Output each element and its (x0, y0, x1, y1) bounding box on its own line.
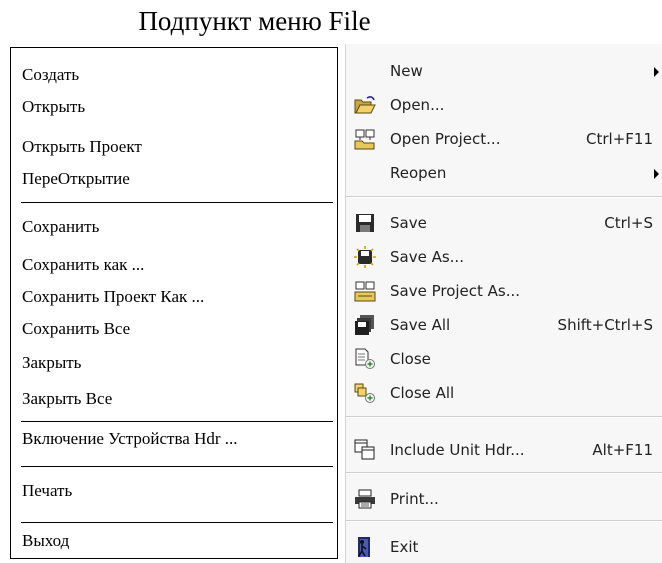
menu-item-close[interactable]: Close (346, 344, 662, 374)
file-menu-dropdown: New Open... Open Project... Ctrl+F11 Reo… (345, 44, 662, 563)
ru-item-save-project-as: Сохранить Проект Как ... (22, 287, 205, 306)
menu-item-exit[interactable]: Exit (346, 532, 662, 562)
menu-item-label: Open Project... (390, 130, 501, 148)
menu-item-new[interactable]: New (346, 56, 662, 86)
ru-item-reopen: ПереОткрытие (22, 169, 130, 188)
close-document-icon (354, 348, 376, 370)
ru-item-save-all: Сохранить Все (22, 319, 131, 338)
menu-item-label: Close (390, 350, 431, 368)
ru-separator (21, 202, 333, 203)
close-all-icon (354, 382, 376, 404)
menu-item-label: Close All (390, 384, 455, 402)
ru-item-create: Создать (22, 65, 80, 84)
exit-door-icon (354, 536, 376, 558)
menu-item-label: New (390, 62, 423, 80)
menu-item-label: Save As... (390, 248, 464, 266)
ru-separator (21, 522, 333, 523)
ru-item-save-as: Сохранить как ... (22, 255, 145, 274)
ru-item-exit: Выход (22, 531, 70, 550)
menu-item-save-as[interactable]: Save As... (346, 242, 662, 272)
ru-separator (21, 421, 333, 422)
open-folder-icon (354, 94, 376, 116)
menu-item-label: Save All (390, 316, 451, 334)
ru-item-save: Сохранить (22, 217, 100, 236)
printer-icon (354, 488, 376, 510)
menu-item-shortcut: Shift+Ctrl+S (557, 316, 653, 334)
ru-item-close: Закрыть (22, 353, 82, 372)
menu-item-save-project-as[interactable]: Save Project As... (346, 276, 662, 306)
ru-item-close-all: Закрыть Все (22, 389, 113, 408)
menu-item-save-all[interactable]: Save All Shift+Ctrl+S (346, 310, 662, 340)
menu-separator (346, 520, 662, 522)
menu-item-label: Print... (390, 490, 439, 508)
menu-item-print[interactable]: Print... (346, 484, 662, 514)
ru-item-open-project: Открыть Проект (22, 137, 142, 156)
save-all-icon (354, 314, 376, 336)
menu-item-shortcut: Ctrl+S (604, 214, 653, 232)
menu-separator (346, 416, 662, 418)
save-as-icon (354, 246, 376, 268)
open-project-icon (354, 128, 376, 150)
menu-item-include-unit-hdr[interactable]: Include Unit Hdr... Alt+F11 (346, 435, 662, 465)
menu-item-close-all[interactable]: Close All (346, 378, 662, 408)
menu-item-label: Include Unit Hdr... (390, 441, 525, 459)
russian-file-menu: Создать Открыть Открыть Проект ПереОткры… (10, 47, 338, 559)
include-unit-icon (354, 439, 376, 461)
menu-item-label: Save (390, 214, 427, 232)
menu-item-label: Exit (390, 538, 419, 556)
submenu-arrow-icon (654, 67, 659, 77)
save-project-as-icon (354, 280, 376, 302)
menu-item-open[interactable]: Open... (346, 90, 662, 120)
ru-item-include-unit: Включение Устройства Hdr ... (22, 429, 238, 448)
menu-item-label: Save Project As... (390, 282, 521, 300)
menu-item-open-project[interactable]: Open Project... Ctrl+F11 (346, 124, 662, 154)
ru-item-print: Печать (22, 481, 73, 500)
menu-item-label: Open... (390, 96, 445, 114)
menu-separator (346, 472, 662, 474)
menu-item-save[interactable]: Save Ctrl+S (346, 208, 662, 238)
submenu-arrow-icon (654, 169, 659, 179)
ru-separator (21, 466, 333, 467)
menu-item-shortcut: Alt+F11 (592, 441, 653, 459)
ru-item-open: Открыть (22, 97, 86, 116)
menu-item-shortcut: Ctrl+F11 (586, 130, 653, 148)
floppy-disk-icon (354, 212, 376, 234)
menu-separator (346, 196, 662, 198)
menu-item-label: Reopen (390, 164, 447, 182)
figure-caption: Подпункт меню File (138, 6, 371, 36)
menu-item-reopen[interactable]: Reopen (346, 158, 662, 188)
